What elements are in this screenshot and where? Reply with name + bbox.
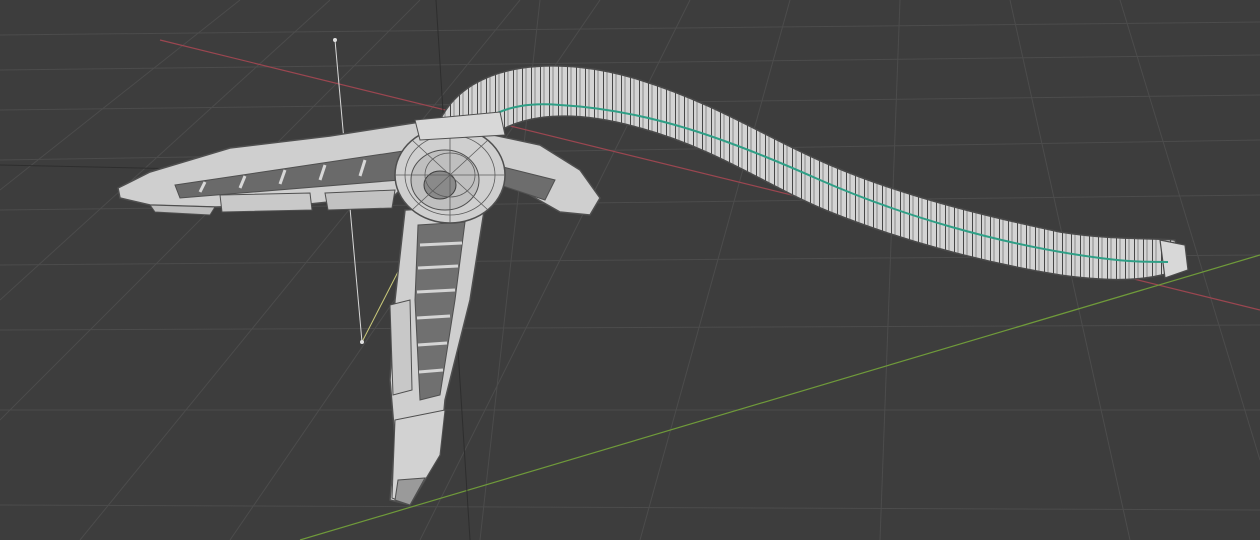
3d-viewport[interactable] xyxy=(0,0,1260,540)
